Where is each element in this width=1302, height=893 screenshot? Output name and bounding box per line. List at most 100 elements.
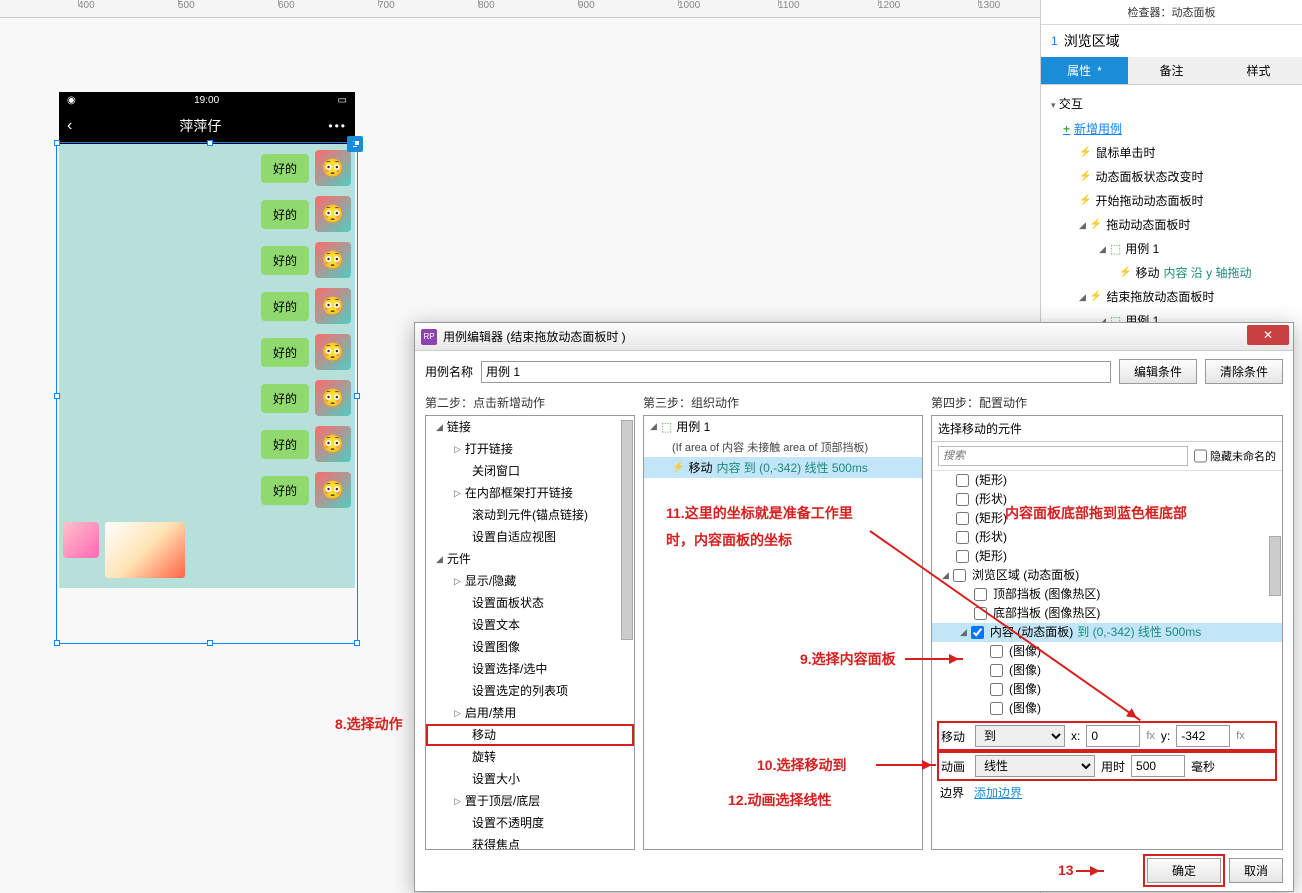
tree-item[interactable]: ▷置于顶层/底层: [426, 790, 634, 812]
tree-item[interactable]: ▷启用/禁用: [426, 702, 634, 724]
ruler-tick: 900: [578, 0, 595, 11]
add-bounds-link[interactable]: 添加边界: [974, 784, 1022, 801]
list-item-content[interactable]: ◢内容 (动态面板) 到 (0,-342) 线性 500ms: [932, 623, 1282, 642]
y-label: y:: [1161, 729, 1170, 743]
chat-area[interactable]: 1 好的😳 好的😳 好的😳 好的😳 好的😳 好的😳 好的😳 好的😳: [59, 144, 355, 588]
org-action[interactable]: ⚡移动 内容 到 (0,-342) 线性 500ms: [644, 457, 922, 478]
step2-label: 第二步：点击新增动作: [425, 394, 635, 411]
list-item[interactable]: (形状): [932, 490, 1282, 509]
action-row[interactable]: ⚡移动 内容 沿 y 轴拖动: [1051, 261, 1292, 285]
tree-item[interactable]: 关闭窗口: [426, 460, 634, 482]
add-case-link[interactable]: +新增用例: [1051, 116, 1292, 141]
x-input[interactable]: [1086, 725, 1140, 747]
fx-icon[interactable]: fx: [1236, 730, 1245, 742]
tree-item[interactable]: 设置面板状态: [426, 592, 634, 614]
bounds-row: 边界 添加边界: [940, 784, 1274, 801]
tree-item[interactable]: ▷打开链接: [426, 438, 634, 460]
fx-icon[interactable]: fx: [1146, 730, 1155, 742]
ruler-tick: 800: [478, 0, 495, 11]
actions-tree[interactable]: ◢链接 ▷打开链接 关闭窗口 ▷在内部框架打开链接 滚动到元件(锚点链接) 设置…: [425, 415, 635, 850]
bounds-label: 边界: [940, 784, 968, 801]
inspector-tabs: 属性* 备注 样式: [1041, 57, 1302, 85]
x-label: x:: [1071, 729, 1080, 743]
list-item[interactable]: 顶部挡板 (图像热区): [932, 585, 1282, 604]
tab-notes[interactable]: 备注: [1128, 57, 1215, 84]
anim-type-select[interactable]: 线性: [975, 755, 1095, 777]
dialog-titlebar[interactable]: RP 用例编辑器 (结束拖放动态面板时 ) ✕: [415, 323, 1293, 351]
tree-item[interactable]: ▷在内部框架打开链接: [426, 482, 634, 504]
list-item[interactable]: (图像): [932, 661, 1282, 680]
tree-item[interactable]: 设置图像: [426, 636, 634, 658]
ok-button[interactable]: 确定: [1147, 858, 1221, 883]
list-item[interactable]: (图像): [932, 680, 1282, 699]
list-item[interactable]: (图像): [932, 642, 1282, 661]
org-case[interactable]: ◢⬚用例 1: [644, 416, 922, 437]
close-icon[interactable]: ✕: [1247, 325, 1289, 345]
tree-item[interactable]: 设置大小: [426, 768, 634, 790]
list-item[interactable]: (形状): [932, 528, 1282, 547]
move-type-select[interactable]: 到: [975, 725, 1065, 747]
event-row[interactable]: ⚡开始拖动动态面板时: [1051, 189, 1292, 213]
tree-item[interactable]: 滚动到元件(锚点链接): [426, 504, 634, 526]
selection-badge: 1: [347, 136, 363, 152]
edit-condition-button[interactable]: 编辑条件: [1119, 359, 1197, 384]
tab-properties[interactable]: 属性*: [1041, 57, 1128, 84]
tree-item[interactable]: 获得焦点: [426, 834, 634, 850]
case-editor-dialog: RP 用例编辑器 (结束拖放动态面板时 ) ✕ 用例名称 编辑条件 清除条件 第…: [414, 322, 1294, 892]
org-condition: (If area of 内容 未接触 area of 顶部挡板): [644, 437, 922, 457]
list-item[interactable]: 底部挡板 (图像热区): [932, 604, 1282, 623]
chat-bubble: 好的: [261, 384, 309, 413]
tree-item[interactable]: 旋转: [426, 746, 634, 768]
organize-tree[interactable]: ◢⬚用例 1 (If area of 内容 未接触 area of 顶部挡板) …: [643, 415, 923, 850]
scrollbar-thumb[interactable]: [621, 420, 633, 640]
chat-row: 好的😳: [63, 150, 351, 186]
case-row[interactable]: ◢⬚用例 1: [1051, 237, 1292, 261]
chat-row: 好的😳: [63, 196, 351, 232]
avatar-small: [63, 522, 99, 558]
event-row[interactable]: ◢⚡拖动动态面板时: [1051, 213, 1292, 237]
list-item[interactable]: (矩形): [932, 471, 1282, 490]
duration-input[interactable]: [1131, 755, 1185, 777]
hide-unnamed-checkbox[interactable]: 隐藏未命名的: [1194, 446, 1276, 466]
chat-bubble: 好的: [261, 246, 309, 275]
scrollbar-thumb[interactable]: [1269, 536, 1281, 596]
tree-group[interactable]: 元件: [447, 550, 471, 568]
tree-item-move[interactable]: 移动: [426, 724, 634, 746]
list-item[interactable]: (矩形): [932, 509, 1282, 528]
tree-item[interactable]: 设置选定的列表项: [426, 680, 634, 702]
clear-condition-button[interactable]: 清除条件: [1205, 359, 1283, 384]
interact-section: ▾ 交互 +新增用例 ⚡鼠标单击时 ⚡动态面板状态改变时 ⚡开始拖动动态面板时 …: [1041, 85, 1302, 339]
case-name-input[interactable]: [481, 361, 1111, 383]
event-row[interactable]: ◢⚡结束拖放动态面板时: [1051, 285, 1292, 309]
tree-item[interactable]: 设置文本: [426, 614, 634, 636]
tree-item[interactable]: 设置自适应视图: [426, 526, 634, 548]
tree-item[interactable]: 设置选择/选中: [426, 658, 634, 680]
phone-mockup[interactable]: ◉ 19:00 ▭ ‹ 萍萍仔 ••• 1 好的😳 好的😳 好的😳 好的😳 好的…: [59, 92, 355, 588]
move-label: 移动: [941, 728, 969, 745]
event-row[interactable]: ⚡动态面板状态改变时: [1051, 165, 1292, 189]
cancel-button[interactable]: 取消: [1229, 858, 1283, 883]
tab-style[interactable]: 样式: [1215, 57, 1302, 84]
phone-statusbar: ◉ 19:00 ▭: [59, 92, 355, 108]
dialog-footer: 确定 取消: [425, 850, 1283, 883]
avatar: 😳: [315, 334, 351, 370]
tree-group[interactable]: 链接: [447, 418, 471, 436]
list-item[interactable]: (图像): [932, 699, 1282, 718]
interact-header[interactable]: 交互: [1059, 97, 1083, 111]
event-row[interactable]: ⚡鼠标单击时: [1051, 141, 1292, 165]
anim-label: 动画: [941, 758, 969, 775]
y-input[interactable]: [1176, 725, 1230, 747]
step4-label: 第四步：配置动作: [931, 394, 1283, 411]
avatar: 😳: [315, 242, 351, 278]
avatar: 😳: [315, 426, 351, 462]
tree-item[interactable]: ▷显示/隐藏: [426, 570, 634, 592]
item-number: 1: [1051, 34, 1058, 48]
move-row: 移动 到 x: fx y: fx: [940, 724, 1274, 748]
widget-list[interactable]: (矩形) (形状) (矩形) (形状) (矩形) ◢浏览区域 (动态面板) 顶部…: [932, 471, 1282, 718]
phone-header: ‹ 萍萍仔 •••: [59, 108, 355, 144]
search-input[interactable]: [938, 446, 1188, 466]
tree-item[interactable]: 设置不透明度: [426, 812, 634, 834]
more-icon[interactable]: •••: [328, 119, 347, 133]
list-item[interactable]: (矩形): [932, 547, 1282, 566]
list-group[interactable]: ◢浏览区域 (动态面板): [932, 566, 1282, 585]
